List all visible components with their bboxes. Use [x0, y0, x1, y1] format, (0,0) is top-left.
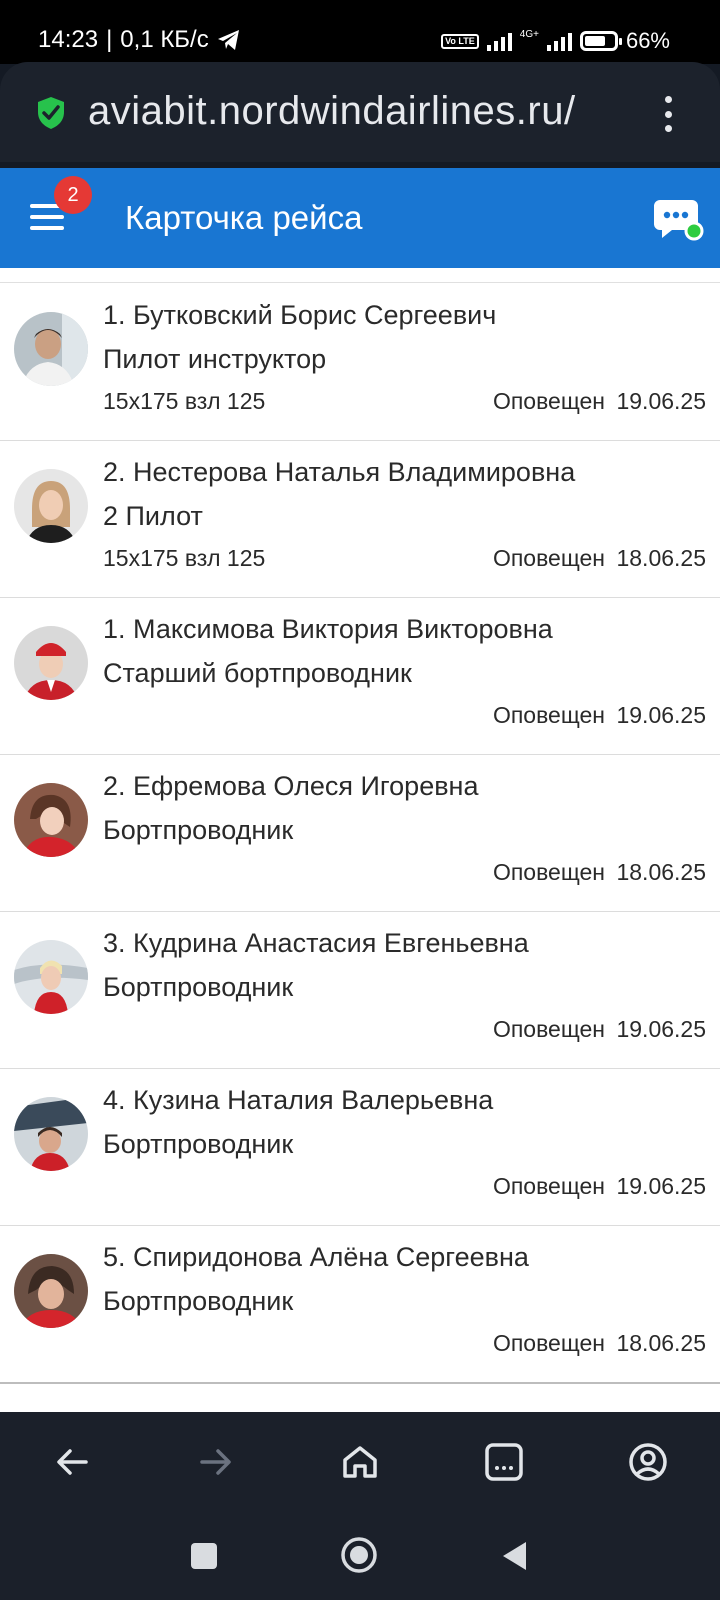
status-label: Оповещен — [492, 1173, 605, 1199]
status-left: 14:23 | 0,1 КБ/с — [38, 26, 241, 54]
signal-icon-2 — [546, 31, 572, 51]
status-label: Оповещен — [492, 1016, 605, 1042]
crew-list-item[interactable]: 2. Ефремова Олеся Игоревна Бортпроводник… — [0, 755, 720, 912]
crew-name: 1. Бутковский Борис Сергеевич — [103, 300, 497, 330]
signal-icon — [486, 31, 512, 51]
network-type: 4G+ — [519, 29, 539, 40]
crew-role: 2 Пилот — [103, 501, 203, 531]
status-right: Vo LTE 4G+ 66% — [441, 28, 670, 54]
avatar — [14, 1254, 88, 1328]
page-title: Карточка рейса — [125, 199, 363, 236]
app-header: 2 Карточка рейса — [0, 168, 720, 268]
status-date: 18.06.25 — [616, 859, 706, 885]
crew-name: 5. Спиридонова Алёна Сергеевна — [103, 1242, 529, 1272]
crew-list-item[interactable]: 1. Бутковский Борис Сергеевич Пилот инст… — [0, 284, 720, 441]
avatar — [14, 469, 88, 543]
status-label: Оповещен — [492, 388, 605, 414]
list-top-divider — [0, 282, 720, 283]
browser-toolbar: aviabit.nordwindairlines.ru/ — [0, 62, 720, 162]
avatar — [14, 312, 88, 386]
battery-level: 66% — [625, 28, 670, 53]
system-nav-bar — [0, 1512, 720, 1600]
telegram-icon — [217, 30, 239, 50]
address-bar[interactable]: aviabit.nordwindairlines.ru/ — [88, 86, 632, 136]
volte-icon: Vo LTE — [441, 33, 479, 49]
status-date: 19.06.25 — [616, 388, 706, 414]
status-date: 18.06.25 — [616, 1330, 706, 1356]
account-icon[interactable] — [626, 1440, 670, 1484]
avatar — [14, 1097, 88, 1171]
status-date: 19.06.25 — [616, 1016, 706, 1042]
status-date: 18.06.25 — [616, 545, 706, 571]
status-date: 19.06.25 — [616, 1173, 706, 1199]
crew-role: Бортпроводник — [103, 972, 294, 1002]
crew-role: Бортпроводник — [103, 1129, 294, 1159]
status-label: Оповещен — [492, 1330, 605, 1356]
crew-name: 1. Максимова Виктория Викторовна — [103, 614, 553, 644]
status-label: Оповещен — [492, 702, 605, 728]
avatar — [14, 940, 88, 1014]
secure-shield-icon — [38, 97, 64, 129]
status-bar: 14:23 | 0,1 КБ/с Vo LTE 4G+ 66% — [0, 0, 720, 64]
avatar — [14, 783, 88, 857]
status-label: Оповещен — [492, 859, 605, 885]
crew-role: Бортпроводник — [103, 1286, 294, 1316]
crew-role: Старший бортпроводник — [103, 658, 412, 688]
recents-square-icon[interactable] — [190, 1542, 218, 1570]
home-circle-icon[interactable] — [340, 1536, 378, 1574]
network-speed: 0,1 КБ/с — [120, 26, 209, 53]
forward-arrow-icon[interactable] — [194, 1440, 238, 1484]
back-arrow-icon[interactable] — [50, 1440, 94, 1484]
back-triangle-icon[interactable] — [500, 1540, 528, 1572]
status-time: 14:23 — [38, 26, 99, 53]
crew-name: 4. Кузина Наталия Валерьевна — [103, 1085, 494, 1115]
crew-list-item[interactable]: 4. Кузина Наталия Валерьевна Бортпроводн… — [0, 1069, 720, 1226]
status-separator: | — [106, 26, 113, 53]
battery-icon — [579, 31, 622, 51]
browser-menu-icon[interactable] — [656, 96, 680, 132]
crew-role: Бортпроводник — [103, 815, 294, 845]
status-label: Оповещен — [492, 545, 605, 571]
home-icon[interactable] — [338, 1440, 382, 1484]
crew-list-item[interactable]: 3. Кудрина Анастасия Евгеньевна Бортпров… — [0, 912, 720, 1069]
crew-name: 2. Ефремова Олеся Игоревна — [103, 771, 479, 801]
avatar — [14, 626, 88, 700]
status-date: 19.06.25 — [616, 702, 706, 728]
crew-seat-info: 15x175 взл 125 — [103, 388, 266, 414]
crew-list-item[interactable]: 5. Спиридонова Алёна Сергеевна Бортпрово… — [0, 1226, 720, 1383]
crew-role: Пилот инструктор — [103, 344, 327, 374]
crew-list-item[interactable]: 1. Максимова Виктория Викторовна Старший… — [0, 598, 720, 755]
crew-list: 1. Бутковский Борис Сергеевич Пилот инст… — [0, 284, 720, 1383]
tabs-icon[interactable] — [482, 1440, 526, 1484]
crew-name: 3. Кудрина Анастасия Евгеньевна — [103, 928, 529, 958]
list-end-divider — [0, 1382, 720, 1384]
crew-name: 2. Нестерова Наталья Владимировна — [103, 457, 576, 487]
browser-bottom-nav — [0, 1412, 720, 1512]
chat-icon[interactable] — [652, 194, 704, 244]
notification-badge: 2 — [54, 176, 92, 214]
crew-list-item[interactable]: 2. Нестерова Наталья Владимировна 2 Пило… — [0, 441, 720, 598]
crew-seat-info: 15x175 взл 125 — [103, 545, 266, 571]
